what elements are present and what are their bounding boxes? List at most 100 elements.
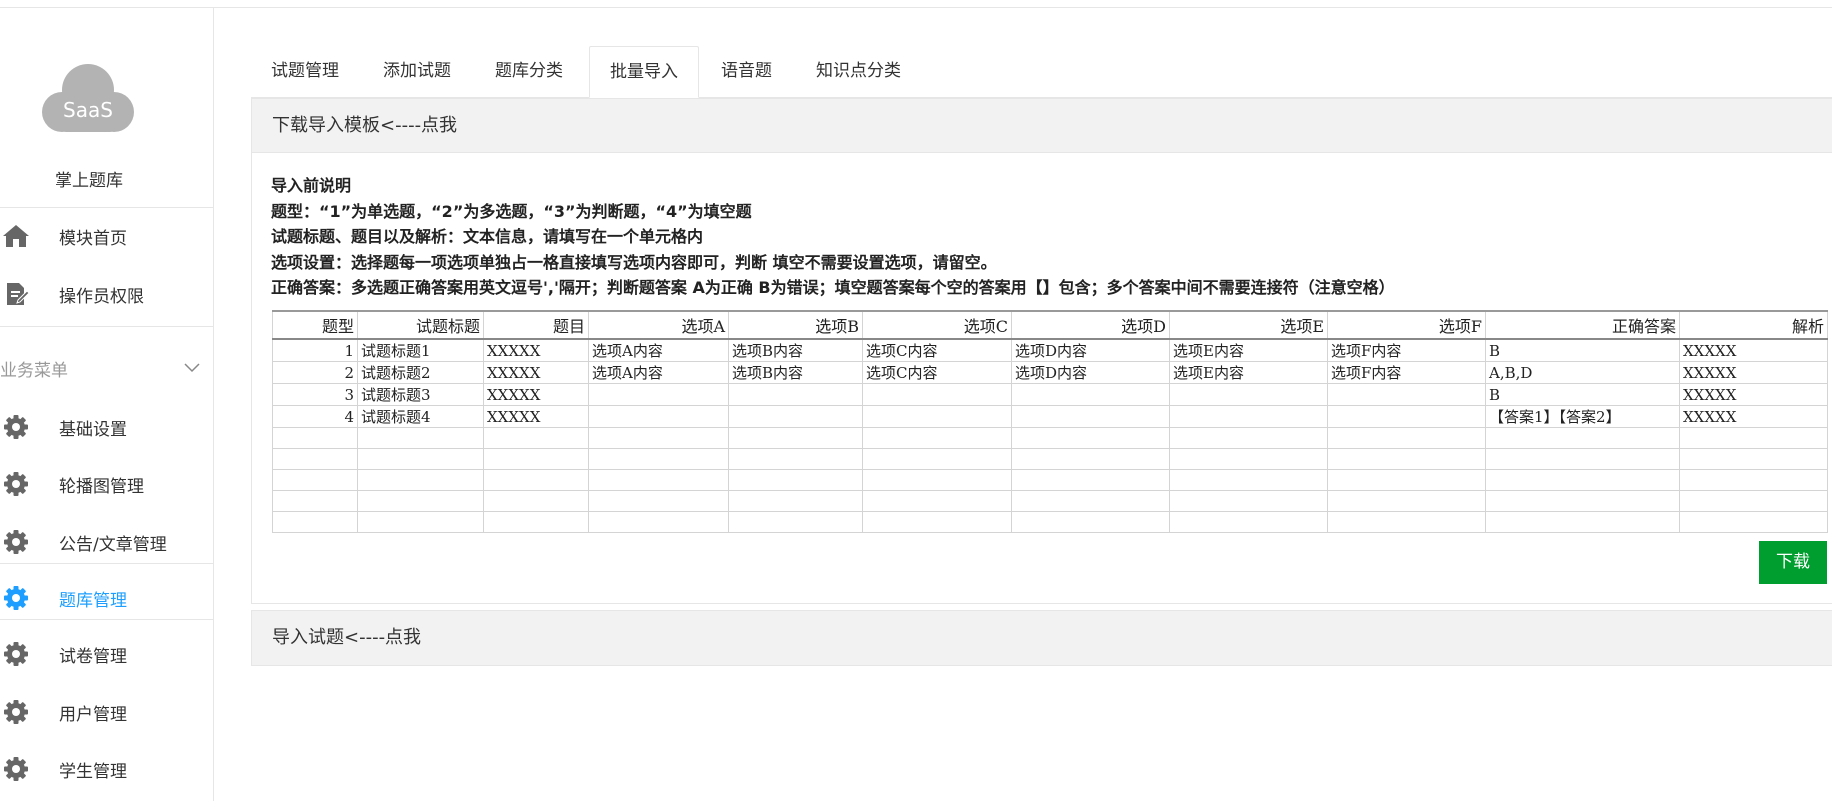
nav-item-exam-paper[interactable]: 试卷管理 (0, 632, 213, 676)
table-cell (1011, 405, 1170, 428)
table-cell: 2 (272, 361, 358, 384)
nav-item-question-bank[interactable]: 题库管理 (0, 576, 213, 620)
table-cell (357, 427, 484, 449)
table-cell: 选项B内容 (728, 338, 863, 362)
nav-label: 题库管理 (59, 590, 127, 611)
table-cell (483, 469, 589, 491)
table-cell (1327, 427, 1486, 449)
table-cell (272, 490, 358, 512)
table-cell: 选项D内容 (1011, 338, 1170, 362)
table-cell (1169, 383, 1328, 406)
table-cell (588, 427, 729, 449)
brand-name: 掌上题库 (55, 171, 123, 191)
table-cell (1011, 383, 1170, 406)
column-header: 题型 (272, 310, 358, 340)
table-cell (357, 469, 484, 491)
divider (0, 326, 214, 327)
table-row: 2 试题标题2 XXXXX 选项A内容 选项B内容 选项C内容 选项D内容 选项E内容 选项F内… (272, 361, 1828, 384)
table-cell: 4 (272, 405, 358, 428)
table-cell (1485, 427, 1680, 449)
table-cell (728, 511, 863, 533)
tab-question-management[interactable]: 试题管理 (251, 46, 359, 98)
tab-voice-question[interactable]: 语音题 (701, 46, 792, 98)
table-cell: 选项E内容 (1169, 361, 1328, 384)
tab-bank-category[interactable]: 题库分类 (475, 46, 583, 98)
table-cell (1679, 490, 1828, 512)
table-cell (1169, 427, 1328, 449)
table-cell (483, 448, 589, 470)
table-cell: 试题标题1 (357, 338, 484, 362)
nav-item-operator-permissions[interactable]: 操作员权限 (0, 272, 213, 316)
nav-item-module-home[interactable]: 模块首页 (0, 214, 213, 258)
table-cell: XXXXX (1679, 405, 1828, 428)
nav-label: 学生管理 (59, 761, 127, 782)
table-cell: XXXXX (483, 383, 589, 406)
table-cell: 选项C内容 (862, 338, 1012, 362)
table-cell (588, 469, 729, 491)
table-cell (1169, 490, 1328, 512)
gear-icon (2, 640, 30, 668)
instruction-line: 导入前说明 (271, 176, 352, 195)
business-menu-group[interactable]: 业务菜单 (0, 346, 213, 390)
download-template-header[interactable]: 下载导入模板<----点我 (252, 99, 1832, 153)
document-edit-icon (2, 280, 30, 308)
table-cell (1327, 448, 1486, 470)
table-cell: 1 (272, 338, 358, 362)
table-cell (357, 511, 484, 533)
tab-add-question[interactable]: 添加试题 (363, 46, 471, 98)
table-cell (1327, 511, 1486, 533)
top-border (0, 0, 1832, 8)
table-cell: 选项F内容 (1327, 338, 1486, 362)
table-row: 4 试题标题4 XXXXX 【答案1】【答案2】 XXXXX (272, 405, 1828, 428)
table-header-row: 题型 试题标题 题目 选项A 选项B 选项C 选项D 选项E 选项F 正确答案 … (272, 310, 1828, 340)
nav-item-announcement-management[interactable]: 公告/文章管理 (0, 520, 213, 564)
table-cell (1485, 511, 1680, 533)
table-cell (728, 490, 863, 512)
table-cell (357, 448, 484, 470)
table-cell (1679, 469, 1828, 491)
gear-icon (2, 470, 30, 498)
table-row: 1 试题标题1 XXXXX 选项A内容 选项B内容 选项C内容 选项D内容 选项E内容 选项F内… (272, 338, 1828, 362)
table-cell (1169, 448, 1328, 470)
nav-item-user-management[interactable]: 用户管理 (0, 690, 213, 734)
table-row-empty (272, 427, 1828, 449)
table-cell (862, 448, 1012, 470)
tab-knowledge-category[interactable]: 知识点分类 (796, 46, 921, 98)
table-cell (483, 490, 589, 512)
import-questions-header[interactable]: 导入试题<----点我 (252, 611, 1832, 665)
table-cell (862, 511, 1012, 533)
column-header: 选项D (1011, 310, 1170, 340)
nav-label: 公告/文章管理 (59, 534, 167, 555)
table-cell (1327, 405, 1486, 428)
instruction-line: 题型：“1”为单选题，“2”为多选题，“3”为判断题，“4”为填空题 (271, 201, 752, 221)
table-cell (1485, 469, 1680, 491)
table-cell: 选项A内容 (588, 361, 729, 384)
table-cell (588, 490, 729, 512)
table-cell: 选项D内容 (1011, 361, 1170, 384)
sidebar: SaaS 掌上题库 模块首页 操作员权限 业务菜单 基础设置 轮播图管理 公告/… (0, 8, 214, 801)
download-button[interactable]: 下载 (1759, 541, 1827, 584)
group-label: 业务菜单 (0, 360, 68, 381)
table-cell: 3 (272, 383, 358, 406)
divider (0, 619, 214, 620)
table-cell: XXXXX (483, 338, 589, 362)
table-cell (483, 427, 589, 449)
nav-item-student-management[interactable]: 学生管理 (0, 747, 213, 791)
gear-icon (2, 413, 30, 441)
chevron-down-icon (183, 358, 201, 376)
tab-batch-import[interactable]: 批量导入 (589, 46, 699, 98)
nav-item-basic-settings[interactable]: 基础设置 (0, 405, 213, 449)
table-cell (728, 427, 863, 449)
column-header: 正确答案 (1485, 310, 1680, 340)
gear-icon (2, 698, 30, 726)
table-cell (272, 469, 358, 491)
table-cell (862, 469, 1012, 491)
nav-label: 操作员权限 (59, 286, 144, 307)
divider (0, 563, 214, 564)
gear-icon (2, 584, 30, 612)
table-cell (357, 490, 484, 512)
gear-icon (2, 755, 30, 783)
table-cell (1679, 511, 1828, 533)
nav-item-carousel-management[interactable]: 轮播图管理 (0, 462, 213, 506)
nav-label: 基础设置 (59, 419, 127, 440)
